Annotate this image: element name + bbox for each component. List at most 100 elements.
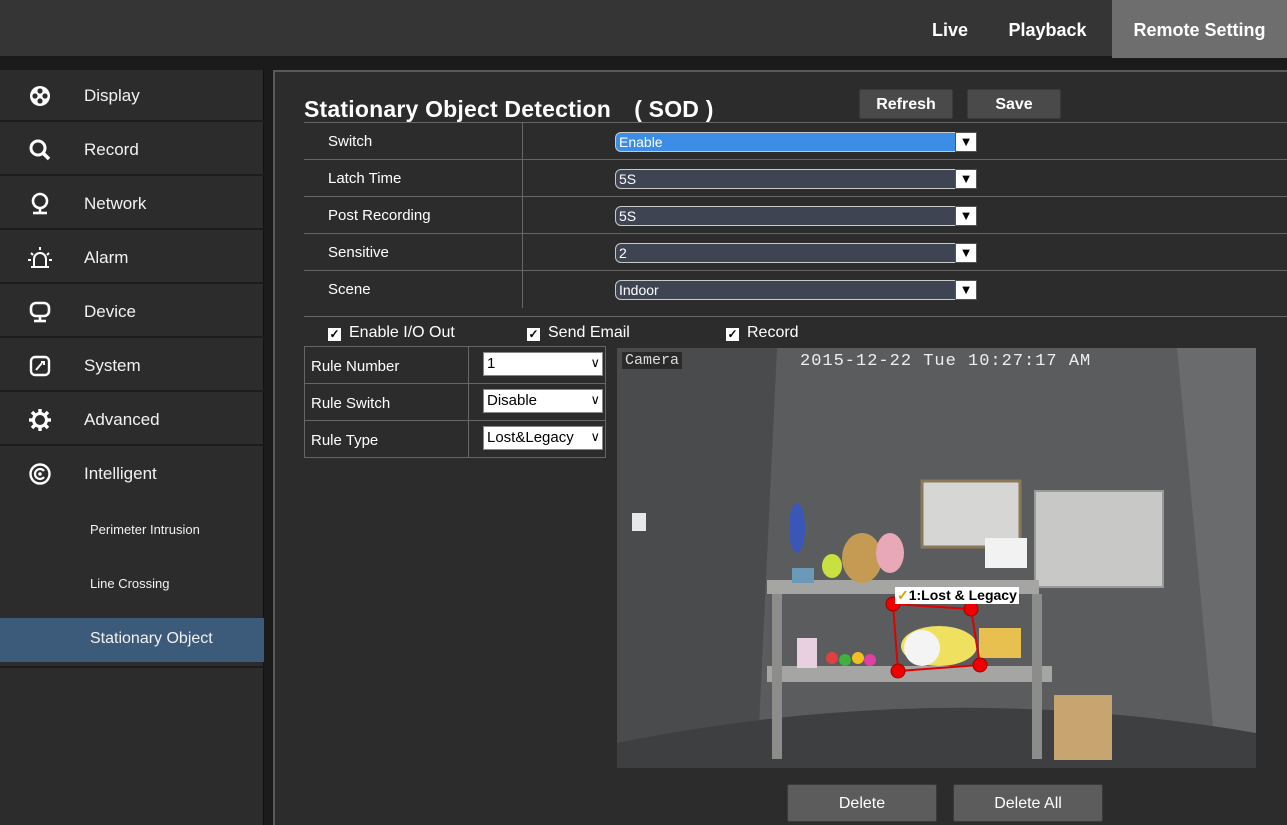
select-value: 5S [619, 171, 637, 187]
camera-live-view[interactable]: Camera 2015-12-22 Tue 10:27:17 AM ✓1:Los… [617, 348, 1256, 768]
chevron-down-icon[interactable]: ∨ [590, 429, 600, 445]
chevron-down-icon[interactable]: ▼ [955, 280, 977, 300]
rule-label: Rule Switch [311, 395, 391, 412]
sidebar-item-label: Advanced [84, 410, 160, 429]
sidebar-subitem-line-crossing[interactable]: Line Crossing [0, 562, 264, 606]
camera-timestamp-osd: 2015-12-22 Tue 10:27:17 AM [800, 352, 1092, 371]
sidebar-subitem-label: Stationary Object [90, 630, 213, 647]
row-divider [522, 160, 523, 197]
sidebar-item-label: Intelligent [84, 464, 157, 483]
setting-row-post-recording: Post Recording 5S ▼ [304, 196, 1287, 234]
sidebar-subitem-perimeter-intrusion[interactable]: Perimeter Intrusion [0, 508, 264, 552]
main-panel: Stationary Object Detection ( SOD ) Refr… [273, 70, 1287, 825]
roi-check-icon: ✓ [897, 587, 909, 603]
sidebar-item-label: Alarm [84, 248, 129, 267]
rule-switch-select[interactable]: Disable ∨ [483, 389, 603, 413]
row-divider [522, 123, 523, 160]
latch-time-select[interactable]: 5S ▼ [615, 169, 977, 189]
rule-label: Rule Number [311, 358, 400, 375]
sod-settings-panel: Stationary Object Detection ( SOD ) Refr… [273, 70, 1287, 825]
delete-button[interactable]: Delete [787, 784, 937, 822]
sidebar-item-intelligent[interactable]: Intelligent [0, 448, 264, 500]
row-divider [468, 347, 469, 384]
chevron-down-icon[interactable]: ∨ [590, 392, 600, 408]
sidebar-item-system[interactable]: System [0, 340, 264, 392]
sidebar-item-device[interactable]: Device [0, 286, 264, 338]
checkbox-label: Record [747, 324, 799, 341]
sidebar-item-label: Record [84, 140, 139, 159]
row-divider [522, 271, 523, 308]
sidebar-subitem-stationary-object[interactable]: Stationary Object [0, 618, 264, 662]
sidebar: Display Record Network Alarm Device Syst… [0, 70, 264, 825]
select-value: 5S [619, 208, 637, 224]
roi-handle[interactable] [963, 601, 979, 617]
checkbox-label: Send Email [548, 324, 630, 341]
display-icon [30, 86, 50, 106]
setting-label: Scene [328, 281, 371, 298]
send-email-checkbox[interactable]: ✓ Send Email [527, 324, 630, 342]
rule-row-switch: Rule Switch Disable ∨ [305, 384, 605, 421]
sidebar-item-display[interactable]: Display [0, 70, 264, 122]
roi-handle[interactable] [972, 657, 988, 673]
roi-label: ✓1:Lost & Legacy [895, 587, 1019, 604]
setting-label: Latch Time [328, 170, 402, 187]
setting-row-sensitive: Sensitive 2 ▼ [304, 233, 1287, 271]
sidebar-subitem-label: Perimeter Intrusion [90, 522, 200, 537]
chevron-down-icon[interactable]: ▼ [955, 206, 977, 226]
row-divider [468, 384, 469, 421]
sidebar-divider [0, 666, 264, 668]
enable-io-out-checkbox[interactable]: ✓ Enable I/O Out [328, 324, 455, 342]
post-recording-select[interactable]: 5S ▼ [615, 206, 977, 226]
record-checkbox[interactable]: ✓ Record [726, 324, 799, 342]
sidebar-item-label: Network [84, 194, 147, 213]
roi-handle[interactable] [890, 663, 906, 679]
rule-type-select[interactable]: Lost&Legacy ∨ [483, 426, 603, 450]
page-title: Stationary Object Detection ( SOD ) [304, 96, 714, 122]
sidebar-item-label: Display [84, 86, 140, 105]
chevron-down-icon[interactable]: ∨ [590, 355, 600, 371]
setting-label: Post Recording [328, 207, 431, 224]
sidebar-item-label: System [84, 356, 141, 375]
chevron-down-icon[interactable]: ▼ [955, 132, 977, 152]
sidebar-item-record[interactable]: Record [0, 124, 264, 176]
sidebar-subitem-label: Line Crossing [90, 576, 170, 591]
checkbox-checked-icon[interactable]: ✓ [527, 328, 540, 341]
delete-all-button[interactable]: Delete All [953, 784, 1103, 822]
nav-remote-setting[interactable]: Remote Setting [1112, 0, 1287, 58]
row-divider [522, 234, 523, 271]
setting-row-latch-time: Latch Time 5S ▼ [304, 159, 1287, 197]
alarm-bell-icon [28, 247, 52, 268]
select-value: Lost&Legacy [487, 429, 574, 446]
sidebar-item-advanced[interactable]: Advanced [0, 394, 264, 446]
nav-playback[interactable]: Playback [995, 0, 1100, 58]
top-nav-bar: Live Playback Remote Setting [0, 0, 1287, 58]
refresh-button[interactable]: Refresh [859, 89, 953, 119]
row-divider [522, 197, 523, 234]
select-value: Disable [487, 392, 538, 409]
rule-number-select[interactable]: 1 ∨ [483, 352, 603, 376]
chevron-down-icon[interactable]: ▼ [955, 169, 977, 189]
sensitive-select[interactable]: 2 ▼ [615, 243, 977, 263]
nav-live[interactable]: Live [921, 0, 979, 58]
camera-name-osd: Camera [622, 352, 683, 369]
sidebar-item-network[interactable]: Network [0, 178, 264, 230]
checkbox-row: ✓ Enable I/O Out ✓ Send Email ✓ Record [304, 316, 1287, 346]
intelligent-icon [29, 463, 51, 485]
select-value: Enable [619, 134, 663, 150]
checkbox-checked-icon[interactable]: ✓ [328, 328, 341, 341]
monitor-icon [29, 301, 51, 323]
select-value: Indoor [619, 282, 659, 298]
save-button[interactable]: Save [967, 89, 1061, 119]
sidebar-item-alarm[interactable]: Alarm [0, 232, 264, 284]
select-value: 2 [619, 245, 627, 261]
rule-label: Rule Type [311, 432, 379, 449]
setting-row-scene: Scene Indoor ▼ [304, 270, 1287, 308]
scene-select[interactable]: Indoor ▼ [615, 280, 977, 300]
setting-label: Switch [328, 133, 373, 150]
select-value: 1 [487, 355, 496, 372]
checkbox-checked-icon[interactable]: ✓ [726, 328, 739, 341]
switch-select[interactable]: Enable ▼ [615, 132, 977, 152]
camera-scene [617, 348, 1256, 768]
chevron-down-icon[interactable]: ▼ [955, 243, 977, 263]
checkbox-label: Enable I/O Out [349, 324, 455, 341]
